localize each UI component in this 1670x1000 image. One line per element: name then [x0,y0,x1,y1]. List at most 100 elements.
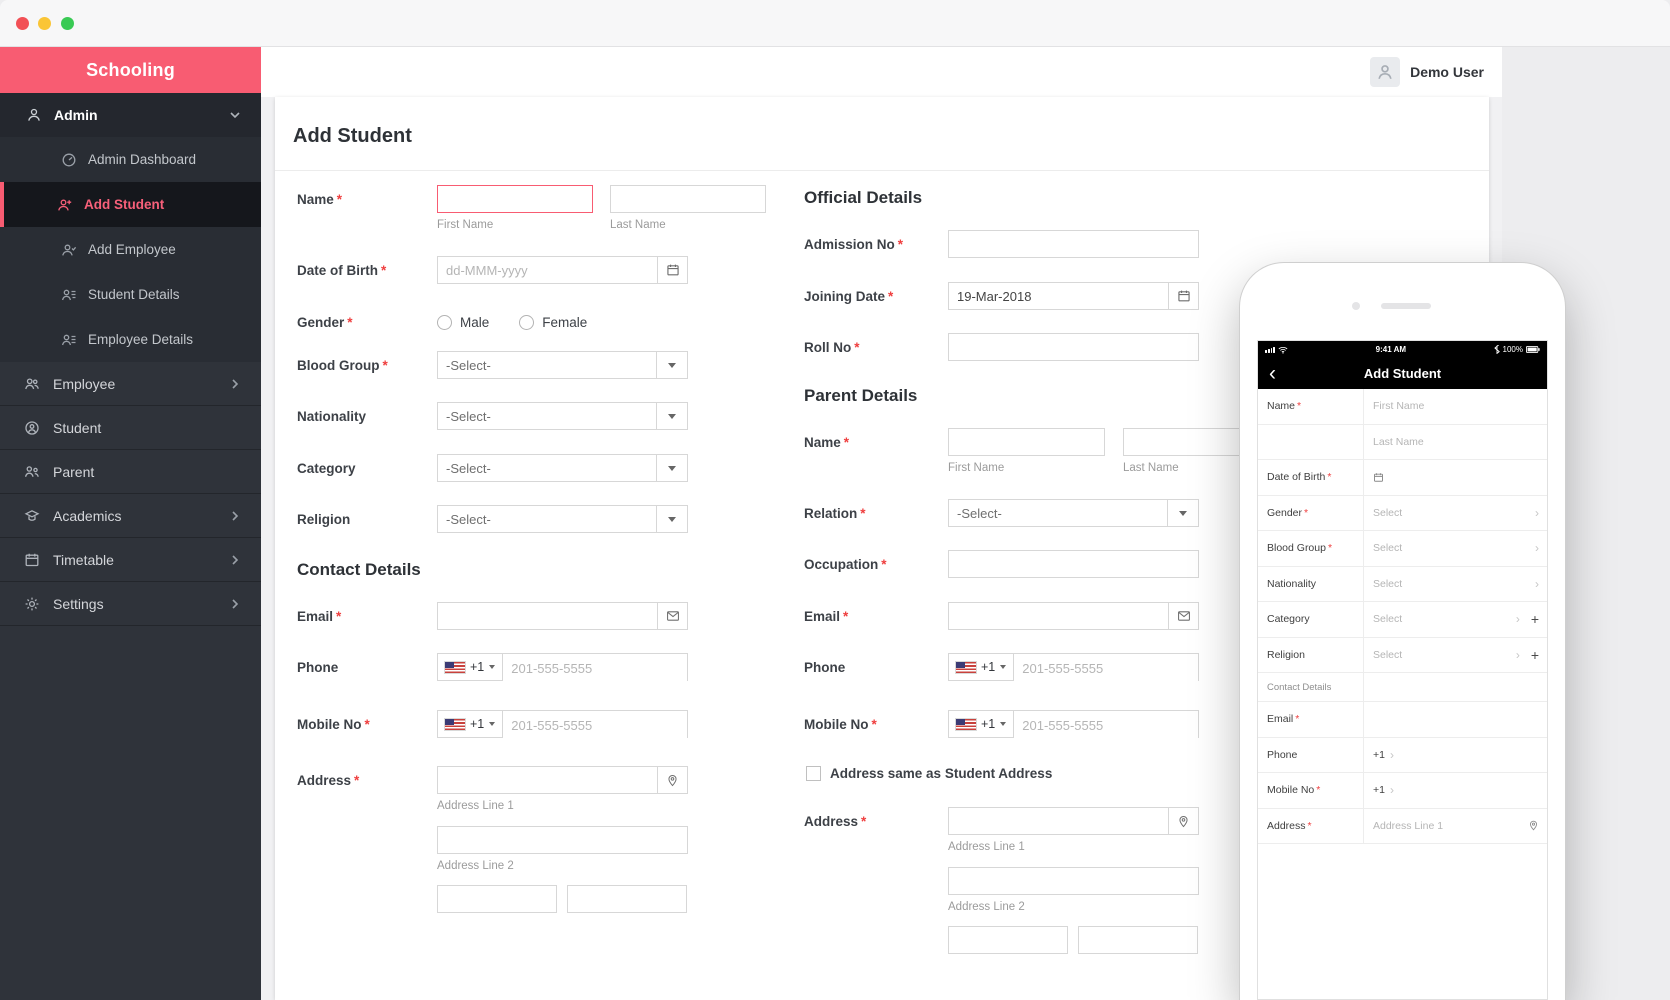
last-name-input[interactable] [610,185,766,213]
map-pin-icon[interactable] [1168,807,1199,835]
gender-row: Gender* Male Female [297,308,777,330]
bluetooth-icon [1494,345,1500,354]
phone-row-blood-group[interactable]: Blood Group* Select› [1258,531,1547,567]
sidebar-item-timetable[interactable]: Timetable [0,538,261,582]
sidebar-item-student[interactable]: Student [0,406,261,450]
parent-state-input[interactable] [1078,926,1198,954]
caret-down-icon [1000,722,1006,726]
official-details-header: Official Details [804,188,1294,208]
map-pin-icon[interactable] [657,766,688,794]
phone-screen: 9:41 AM 100% ‹ Add Student Name* First N… [1257,340,1548,1000]
chevron-right-icon [227,376,243,392]
select-caret-icon[interactable] [656,455,687,481]
add-icon[interactable]: + [1531,611,1539,627]
parent-name-row: Name* First Name Last Name [804,428,1294,474]
sidebar-item-student-details[interactable]: Student Details [0,272,261,317]
parent-phone-input[interactable] [1014,654,1198,682]
roll-no-row: Roll No* [804,333,1294,361]
status-time: 9:41 AM [1288,345,1493,354]
email-input[interactable] [437,602,657,630]
phone-row-category[interactable]: Category Select›+ [1258,602,1547,638]
sidebar-item-settings[interactable]: Settings [0,582,261,626]
category-select[interactable]: -Select- [437,454,688,482]
gender-female-radio[interactable] [519,315,534,330]
address-line2-input[interactable] [437,826,688,854]
phone-row-address[interactable]: Address* Address Line 1 [1258,809,1547,845]
phone-row-email[interactable]: Email* [1258,702,1547,738]
sidebar-item-label: Student Details [88,287,180,302]
state-input[interactable] [567,885,687,913]
nationality-select[interactable]: -Select- [437,402,688,430]
sidebar-item-parent[interactable]: Parent [0,450,261,494]
phone-row-religion[interactable]: Religion Select›+ [1258,638,1547,674]
phone-row-gender[interactable]: Gender* Select› [1258,496,1547,532]
phone-row-nationality[interactable]: Nationality Select› [1258,567,1547,603]
address-line1-input[interactable] [437,766,657,794]
select-caret-icon[interactable] [656,352,687,378]
gender-female-label: Female [542,315,587,330]
parent-mobile-input[interactable] [1014,711,1198,739]
same-address-row: Address same as Student Address [806,766,1294,781]
roll-no-input[interactable] [948,333,1199,361]
add-icon[interactable]: + [1531,647,1539,663]
select-caret-icon[interactable] [656,403,687,429]
dob-input[interactable] [437,256,657,284]
address-line2-hint: Address Line 2 [437,860,688,872]
calendar-icon[interactable] [657,256,688,284]
select-caret-icon[interactable] [1167,500,1198,526]
sidebar-group-admin[interactable]: Admin [0,93,261,137]
parent-first-name-input[interactable] [948,428,1105,456]
city-input[interactable] [437,885,557,913]
select-caret-icon[interactable] [656,506,687,532]
country-code-select[interactable]: +1 [438,711,503,737]
address-line1-hint: Address Line 1 [437,800,688,812]
parent-address-line2-input[interactable] [948,867,1199,895]
parent-address-line1-input[interactable] [948,807,1168,835]
relation-select[interactable]: -Select- [948,499,1199,527]
sidebar-item-employee[interactable]: Employee [0,362,261,406]
phone-row-dob[interactable]: Date of Birth* [1258,460,1547,496]
phone-row-name[interactable]: Name* First Name [1258,389,1547,425]
phone-row-phone[interactable]: Phone +1› [1258,738,1547,774]
sidebar-item-label: Admin Dashboard [88,152,196,167]
sidebar-item-employee-details[interactable]: Employee Details [0,317,261,362]
sidebar-item-add-student[interactable]: Add Student [0,182,261,227]
joining-date-input[interactable] [948,282,1168,310]
minimize-window-button[interactable] [38,17,51,30]
employee-icon [24,376,40,392]
sidebar-item-add-employee[interactable]: Add Employee [0,227,261,272]
dob-row: Date of Birth* [297,256,777,284]
chevron-right-icon: › [1390,783,1394,797]
parent-email-input[interactable] [948,602,1168,630]
first-name-input[interactable] [437,185,593,213]
chevron-right-icon: › [1535,541,1539,555]
phone-input[interactable] [503,654,687,682]
employee-details-icon [61,332,77,348]
academics-icon [24,508,40,524]
sidebar-item-academics[interactable]: Academics [0,494,261,538]
phone-section-contact-details: Contact Details [1258,673,1547,702]
mobile-input[interactable] [503,711,687,739]
user-menu[interactable]: Demo User [1370,57,1484,87]
sidebar-item-label: Add Employee [88,242,176,257]
back-chevron-icon[interactable]: ‹ [1269,359,1276,388]
gender-male-radio[interactable] [437,315,452,330]
blood-group-select[interactable]: -Select- [437,351,688,379]
country-code-select[interactable]: +1 [438,654,503,680]
same-address-checkbox[interactable] [806,766,821,781]
close-window-button[interactable] [16,17,29,30]
admission-no-input[interactable] [948,230,1199,258]
country-code-select[interactable]: +1 [949,654,1014,680]
phone-row-last-name[interactable]: Last Name [1258,425,1547,461]
chevron-right-icon [227,508,243,524]
settings-icon [24,596,40,612]
sidebar-item-admin-dashboard[interactable]: Admin Dashboard [0,137,261,182]
calendar-icon[interactable] [1168,282,1199,310]
parent-city-input[interactable] [948,926,1068,954]
maximize-window-button[interactable] [61,17,74,30]
phone-row-mobile[interactable]: Mobile No* +1› [1258,773,1547,809]
occupation-input[interactable] [948,550,1199,578]
country-code-select[interactable]: +1 [949,711,1014,737]
parent-phone-row: Phone +1 [804,653,1294,681]
religion-select[interactable]: -Select- [437,505,688,533]
